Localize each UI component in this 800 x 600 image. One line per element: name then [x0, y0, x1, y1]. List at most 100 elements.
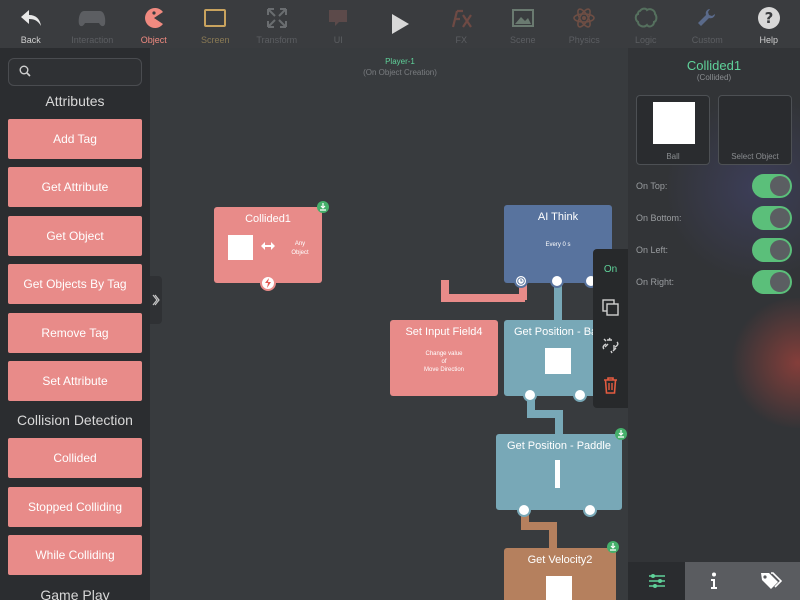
brain-icon	[632, 4, 660, 32]
toggle-knob	[770, 208, 790, 228]
toolbar-play[interactable]	[369, 0, 431, 48]
double-arrow-icon	[261, 242, 275, 250]
transform-icon	[263, 4, 291, 32]
toolbar-object[interactable]: Object	[123, 0, 185, 48]
on-left-toggle[interactable]	[752, 238, 792, 262]
canvas-subtitle: (On Object Creation)	[363, 68, 437, 77]
object-b-selector[interactable]: Select Object	[718, 95, 792, 165]
tab-settings[interactable]	[628, 562, 686, 600]
object-a-selector[interactable]: Ball	[636, 95, 710, 165]
pacman-icon	[140, 4, 168, 32]
toggle-on-button[interactable]: On	[593, 264, 628, 275]
set-input-field-node[interactable]: Set Input Field4 Change value of Move Di…	[390, 320, 498, 396]
toolbar-transform[interactable]: Transform	[246, 0, 308, 48]
get-position-paddle-port-right[interactable]	[583, 503, 597, 517]
chevron-right-icon	[152, 294, 160, 306]
set-attribute-button[interactable]: Set Attribute	[8, 361, 142, 401]
ai-think-timer-port[interactable]	[514, 274, 528, 288]
picture-icon	[509, 4, 537, 32]
on-top-toggle[interactable]	[752, 174, 792, 198]
question-icon: ?	[755, 4, 783, 32]
sidebar-collapse-handle[interactable]	[150, 276, 162, 324]
toolbar-scene[interactable]: Scene	[492, 0, 554, 48]
collided-target-text: Any Object	[291, 241, 309, 256]
gamepad-icon	[78, 4, 106, 32]
get-position-ball-port-left[interactable]	[523, 388, 537, 402]
search-input[interactable]	[8, 58, 142, 86]
object-a-label: Ball	[666, 152, 680, 161]
lightning-icon	[265, 278, 271, 288]
ball-thumbnail	[653, 102, 695, 144]
get-attribute-button[interactable]: Get Attribute	[8, 167, 142, 207]
toolbar-ui[interactable]: UI	[308, 0, 370, 48]
toolbar-interaction[interactable]: Interaction	[62, 0, 124, 48]
chat-bubble-icon	[324, 4, 352, 32]
toolbar-transform-label: Transform	[256, 35, 298, 45]
set-input-target-text: Move Direction	[423, 367, 464, 373]
collided-download-badge[interactable]	[317, 201, 329, 213]
tab-info[interactable]	[685, 562, 743, 600]
get-objects-by-tag-button[interactable]: Get Objects By Tag	[8, 264, 142, 304]
sliders-icon	[648, 574, 665, 588]
canvas-title: Player-1	[385, 57, 415, 66]
panel-background-glow-red	[728, 298, 800, 428]
toolbar-physics[interactable]: Physics	[554, 0, 616, 48]
wire-paddle-to-velocity-v2	[549, 522, 557, 548]
atom-icon	[570, 4, 598, 32]
on-bottom-toggle[interactable]	[752, 206, 792, 230]
on-left-label: On Left:	[636, 245, 669, 255]
duplicate-icon[interactable]	[602, 299, 619, 316]
collided-node-title: Collided1	[245, 213, 291, 225]
toolbar-fx[interactable]: FX	[431, 0, 493, 48]
get-object-button[interactable]: Get Object	[8, 216, 142, 256]
unlink-icon[interactable]	[602, 337, 619, 354]
node-context-menu: On	[593, 249, 628, 408]
collided-node[interactable]: Collided1 Any Object	[214, 207, 322, 291]
toolbar-custom-label: Custom	[691, 35, 723, 45]
on-right-label: On Right:	[636, 277, 675, 287]
get-position-ball-node[interactable]: Get Position - Ba	[504, 320, 600, 396]
add-tag-button[interactable]: Add Tag	[8, 119, 142, 159]
play-icon	[386, 10, 414, 38]
toggle-knob	[770, 176, 790, 196]
paddle-download-badge[interactable]	[615, 428, 627, 440]
get-position-paddle-node[interactable]: Get Position - Paddle	[496, 434, 622, 510]
node-canvas[interactable]: Player-1 (On Object Creation) Collided1 …	[150, 48, 628, 600]
toolbar-screen[interactable]: Screen	[185, 0, 247, 48]
get-position-ball-port-right[interactable]	[573, 388, 587, 402]
section-attributes-heading: Attributes	[45, 93, 105, 109]
on-bottom-label: On Bottom:	[636, 213, 682, 223]
remove-tag-button[interactable]: Remove Tag	[8, 313, 142, 353]
trash-icon[interactable]	[603, 377, 618, 394]
collision-port[interactable]	[260, 275, 276, 291]
clock-icon	[517, 277, 525, 285]
wire-ai-to-setinput-h	[441, 294, 525, 302]
svg-text:?: ?	[764, 9, 773, 27]
on-right-toggle[interactable]	[752, 270, 792, 294]
toolbar-logic[interactable]: Logic	[615, 0, 677, 48]
search-icon	[19, 65, 31, 77]
info-icon	[710, 572, 717, 589]
paddle-preview	[555, 460, 560, 488]
toolbar-help-label: Help	[759, 35, 778, 45]
get-position-paddle-port-left[interactable]	[517, 503, 531, 517]
toolbar-screen-label: Screen	[200, 35, 230, 45]
get-velocity-title: Get Velocity2	[527, 554, 593, 566]
velocity-download-badge[interactable]	[607, 541, 619, 553]
top-toolbar: Back Interaction Object Screen Transform	[0, 0, 800, 48]
tab-tags[interactable]	[742, 562, 800, 600]
toolbar-back[interactable]: Back	[0, 0, 62, 48]
screen-icon	[201, 4, 229, 32]
toolbar-scene-label: Scene	[509, 35, 536, 45]
toolbar-logic-label: Logic	[634, 35, 657, 45]
collided-button[interactable]: Collided	[8, 438, 142, 478]
get-velocity-node[interactable]: Get Velocity2	[504, 548, 616, 600]
ai-think-output-port[interactable]	[550, 274, 564, 288]
while-colliding-button[interactable]: While Colliding	[8, 535, 142, 575]
fx-icon	[447, 4, 475, 32]
toolbar-help[interactable]: ? Help	[738, 0, 800, 48]
stopped-colliding-button[interactable]: Stopped Colliding	[8, 487, 142, 527]
wire-ball-to-paddle-v2	[555, 410, 563, 436]
ball-thumbnail	[228, 235, 253, 260]
toolbar-custom[interactable]: Custom	[677, 0, 739, 48]
